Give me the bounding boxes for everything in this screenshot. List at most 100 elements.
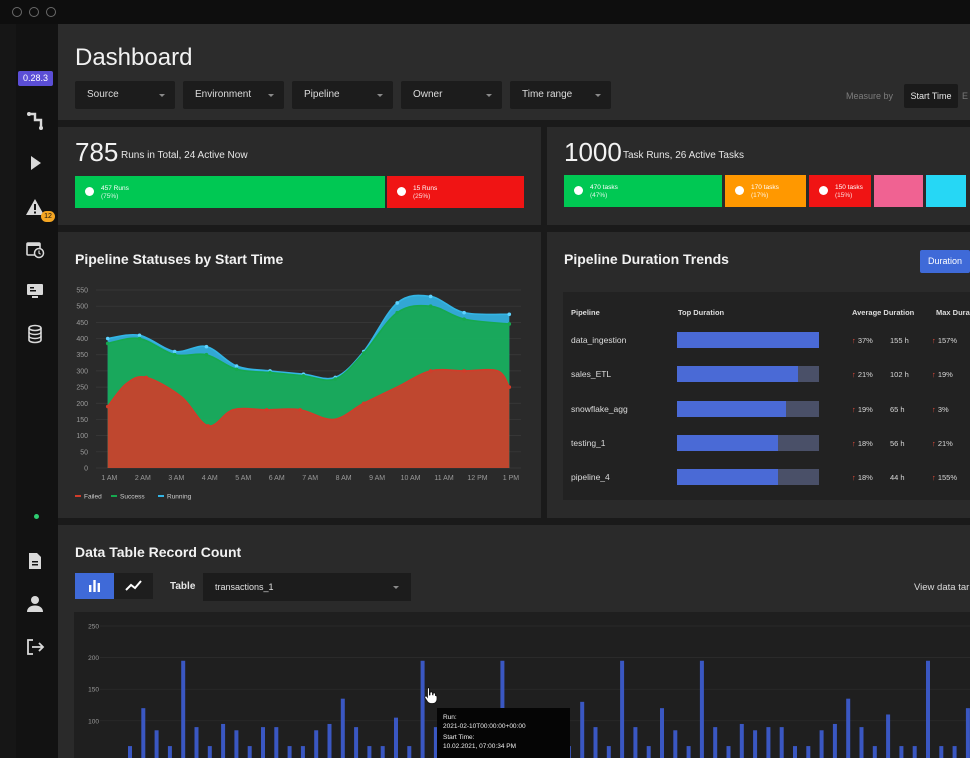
success-point[interactable]: [462, 317, 466, 321]
failed-point[interactable]: [144, 375, 148, 380]
record-count-bar[interactable]: [247, 746, 252, 758]
success-point[interactable]: [301, 373, 306, 378]
bar-view-toggle[interactable]: [75, 573, 114, 599]
record-count-bar[interactable]: [952, 746, 957, 758]
document-icon[interactable]: [24, 550, 46, 572]
record-count-bar[interactable]: [673, 730, 678, 758]
filter-pipeline[interactable]: Pipeline: [292, 81, 393, 109]
record-count-bar[interactable]: [593, 727, 598, 758]
top-duration-bar[interactable]: [677, 366, 819, 382]
top-duration-bar[interactable]: [677, 435, 819, 451]
database-icon[interactable]: [24, 323, 46, 345]
record-count-bar[interactable]: [726, 746, 731, 758]
measure-end-time-button[interactable]: E: [962, 84, 970, 108]
record-count-bar[interactable]: [753, 730, 758, 758]
calendar-clock-icon[interactable]: [24, 238, 46, 260]
play-icon[interactable]: [24, 152, 46, 174]
record-count-bar[interactable]: [128, 746, 132, 758]
failed-point[interactable]: [264, 407, 269, 412]
running-point[interactable]: [105, 336, 110, 341]
column-header-max-duration[interactable]: Max Dura: [936, 308, 970, 317]
record-count-bar[interactable]: [965, 708, 970, 758]
record-count-bar[interactable]: [181, 660, 186, 758]
user-icon[interactable]: [24, 593, 46, 615]
running-point[interactable]: [204, 344, 209, 349]
record-count-bar[interactable]: [766, 727, 771, 758]
record-count-bar[interactable]: [606, 746, 611, 758]
running-point[interactable]: [234, 364, 239, 368]
record-count-bar[interactable]: [699, 660, 704, 758]
tasks-failed-segment[interactable]: 150 tasks (15%): [809, 175, 871, 207]
record-count-bar[interactable]: [234, 730, 239, 758]
record-count-bar[interactable]: [194, 727, 199, 758]
success-point[interactable]: [395, 310, 399, 315]
success-point[interactable]: [507, 322, 512, 326]
record-count-bar[interactable]: [340, 698, 345, 758]
top-duration-bar[interactable]: [677, 401, 819, 417]
filter-environment[interactable]: Environment: [183, 81, 284, 109]
record-count-bar[interactable]: [713, 727, 718, 758]
top-duration-bar[interactable]: [677, 332, 819, 348]
record-count-bar[interactable]: [367, 746, 372, 758]
record-count-bar[interactable]: [832, 723, 837, 758]
window-minimize-dot[interactable]: [29, 7, 39, 17]
success-point[interactable]: [137, 336, 142, 341]
top-duration-bar[interactable]: [677, 469, 819, 485]
success-point[interactable]: [333, 377, 338, 381]
running-point[interactable]: [507, 312, 512, 317]
running-point[interactable]: [428, 294, 433, 299]
success-point[interactable]: [172, 352, 177, 357]
record-count-bar[interactable]: [939, 746, 944, 758]
success-point[interactable]: [204, 352, 209, 357]
failed-point[interactable]: [462, 369, 466, 373]
tasks-warning-segment[interactable]: 170 tasks (17%): [725, 175, 806, 207]
record-count-bar[interactable]: [779, 727, 784, 758]
pipeline-name[interactable]: pipeline_4: [571, 472, 610, 482]
record-count-bar[interactable]: [660, 708, 664, 758]
pipeline-name[interactable]: sales_ETL: [571, 369, 611, 379]
tasks-success-segment[interactable]: 470 tasks (47%): [564, 175, 722, 207]
record-count-bar[interactable]: [167, 746, 172, 758]
record-count-bar[interactable]: [420, 660, 425, 758]
success-point[interactable]: [234, 367, 239, 372]
column-header-top-duration[interactable]: Top Duration: [678, 308, 724, 317]
view-data-target-link[interactable]: View data tar: [914, 582, 969, 593]
failed-point[interactable]: [507, 385, 512, 389]
failed-point[interactable]: [298, 407, 302, 412]
record-count-bar[interactable]: [739, 723, 744, 758]
record-count-bar[interactable]: [274, 727, 279, 758]
success-point[interactable]: [361, 351, 366, 355]
runs-success-segment[interactable]: 457 Runs (75%): [75, 176, 385, 208]
measure-start-time-button[interactable]: Start Time: [904, 84, 958, 108]
record-count-bar[interactable]: [846, 698, 851, 758]
record-count-bar[interactable]: [686, 746, 691, 758]
record-count-bar[interactable]: [899, 746, 904, 758]
record-count-bar[interactable]: [300, 746, 305, 758]
record-count-bar[interactable]: [207, 746, 212, 758]
record-count-bar[interactable]: [154, 730, 159, 758]
logout-icon[interactable]: [24, 636, 46, 658]
record-count-bar[interactable]: [407, 746, 412, 758]
running-point[interactable]: [172, 349, 177, 354]
record-count-bar[interactable]: [886, 714, 891, 758]
record-count-bar[interactable]: [327, 723, 332, 758]
record-count-bar[interactable]: [633, 727, 638, 758]
legend-label[interactable]: Failed: [84, 494, 102, 501]
success-point[interactable]: [105, 341, 110, 346]
pipeline-name[interactable]: data_ingestion: [571, 335, 626, 345]
pipelines-icon[interactable]: [24, 110, 46, 132]
record-count-bar[interactable]: [872, 746, 877, 758]
record-count-bar[interactable]: [287, 746, 292, 758]
filter-source[interactable]: Source: [75, 81, 175, 109]
record-count-bar[interactable]: [261, 727, 265, 758]
record-count-bar[interactable]: [859, 727, 864, 758]
column-header-pipeline[interactable]: Pipeline: [571, 308, 600, 317]
failed-point[interactable]: [206, 424, 210, 428]
window-close-dot[interactable]: [12, 7, 22, 17]
record-count-bar[interactable]: [926, 660, 930, 758]
record-count-bar[interactable]: [912, 746, 917, 758]
failed-point[interactable]: [428, 369, 433, 373]
filter-owner[interactable]: Owner: [401, 81, 502, 109]
record-count-bar[interactable]: [793, 746, 797, 758]
record-count-bar[interactable]: [141, 708, 146, 758]
